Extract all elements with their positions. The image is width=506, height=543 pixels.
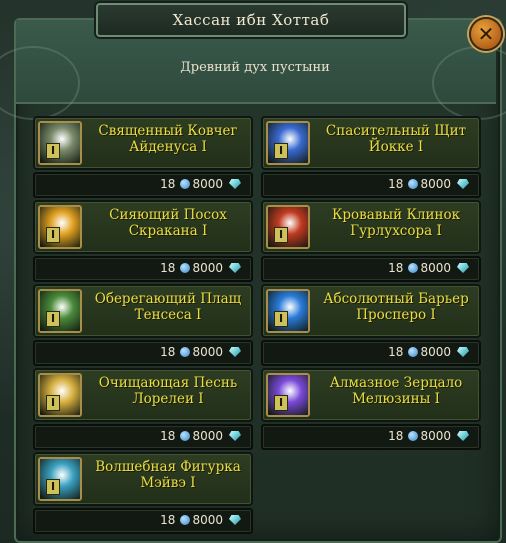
item-quantity: 18 (388, 345, 404, 359)
price-bar: 18 8000 (33, 256, 253, 282)
relic-ark-icon[interactable]: I (38, 121, 82, 165)
item-name: Священный Ковчег Айденуса I (98, 123, 238, 155)
price-bar: 18 8000 (33, 508, 253, 534)
item-quantity: 18 (160, 177, 176, 191)
gem-icon (229, 179, 241, 189)
tier-badge: I (46, 227, 60, 243)
item-cost: 8000 (192, 177, 223, 191)
coin-icon (180, 347, 191, 357)
item-card[interactable]: I Очищающая Песнь Лорелеи I (33, 368, 253, 422)
shield-icon[interactable]: I (266, 121, 310, 165)
item-cost: 8000 (192, 429, 223, 443)
gem-icon (229, 515, 241, 525)
item-quantity: 18 (160, 261, 176, 275)
gem-icon (229, 263, 241, 273)
tier-badge: I (46, 143, 60, 159)
coin-icon (180, 263, 191, 273)
staff-icon[interactable]: I (38, 205, 82, 249)
gem-icon (457, 347, 469, 357)
item-card[interactable]: I Кровавый Клинок Гурлухсора I (261, 200, 481, 254)
window-title: Хассан ибн Хоттаб (172, 11, 330, 29)
gem-icon (457, 263, 469, 273)
figurine-icon[interactable]: I (38, 457, 82, 501)
item-quantity: 18 (388, 177, 404, 191)
item-quantity: 18 (160, 513, 176, 527)
item-card[interactable]: I Оберегающий Плащ Тенсеса I (33, 284, 253, 338)
item-name: Очищающая Песнь Лорелеи I (98, 375, 238, 407)
item-name: Абсолютный Барьер Просперо I (323, 291, 469, 323)
tier-badge: I (274, 227, 288, 243)
window-title-plate: Хассан ибн Хоттаб (96, 3, 406, 37)
gem-icon (229, 431, 241, 441)
blade-icon[interactable]: I (266, 205, 310, 249)
gem-icon (457, 179, 469, 189)
gem-icon (457, 431, 469, 441)
tier-badge: I (274, 311, 288, 327)
coin-icon (180, 515, 191, 525)
price-bar: 18 8000 (33, 340, 253, 366)
item-cost: 8000 (420, 177, 451, 191)
item-card[interactable]: I Сияющий Посох Скракана I (33, 200, 253, 254)
coin-icon (408, 431, 419, 441)
item-card[interactable]: I Волшебная Фигурка Мэйвэ I (33, 452, 253, 506)
mirror-icon[interactable]: I (266, 373, 310, 417)
item-card[interactable]: I Абсолютный Барьер Просперо I (261, 284, 481, 338)
price-bar: 18 8000 (261, 256, 481, 282)
item-card[interactable]: I Алмазное Зерцало Мелюзины I (261, 368, 481, 422)
coin-icon (408, 263, 419, 273)
item-quantity: 18 (388, 429, 404, 443)
price-bar: 18 8000 (261, 424, 481, 450)
coin-icon (180, 179, 191, 189)
gem-icon (229, 347, 241, 357)
item-card[interactable]: I Спасительный Щит Йокке I (261, 116, 481, 170)
tier-badge: I (274, 143, 288, 159)
item-name: Волшебная Фигурка Мэйвэ I (95, 459, 241, 491)
tier-badge: I (274, 395, 288, 411)
coin-icon (408, 179, 419, 189)
item-cost: 8000 (192, 345, 223, 359)
coin-icon (408, 347, 419, 357)
tier-badge: I (46, 479, 60, 495)
item-card[interactable]: I Священный Ковчег Айденуса I (33, 116, 253, 170)
close-icon[interactable]: ✕ (469, 17, 503, 51)
tier-badge: I (46, 311, 60, 327)
item-quantity: 18 (388, 261, 404, 275)
item-cost: 8000 (192, 513, 223, 527)
tier-badge: I (46, 395, 60, 411)
item-quantity: 18 (160, 345, 176, 359)
cloak-icon[interactable]: I (38, 289, 82, 333)
coin-icon (180, 431, 191, 441)
barrier-icon[interactable]: I (266, 289, 310, 333)
window-subtitle: Древний дух пустыни (180, 60, 330, 75)
item-name: Спасительный Щит Йокке I (325, 123, 467, 155)
item-cost: 8000 (420, 261, 451, 275)
item-name: Алмазное Зерцало Мелюзины I (329, 375, 463, 407)
price-bar: 18 8000 (33, 172, 253, 198)
item-quantity: 18 (160, 429, 176, 443)
price-bar: 18 8000 (261, 340, 481, 366)
item-name: Оберегающий Плащ Тенсеса I (94, 291, 242, 323)
item-cost: 8000 (420, 429, 451, 443)
item-cost: 8000 (420, 345, 451, 359)
song-icon[interactable]: I (38, 373, 82, 417)
item-name: Сияющий Посох Скракана I (109, 207, 227, 239)
price-bar: 18 8000 (33, 424, 253, 450)
item-name: Кровавый Клинок Гурлухсора I (331, 207, 461, 239)
price-bar: 18 8000 (261, 172, 481, 198)
item-cost: 8000 (192, 261, 223, 275)
